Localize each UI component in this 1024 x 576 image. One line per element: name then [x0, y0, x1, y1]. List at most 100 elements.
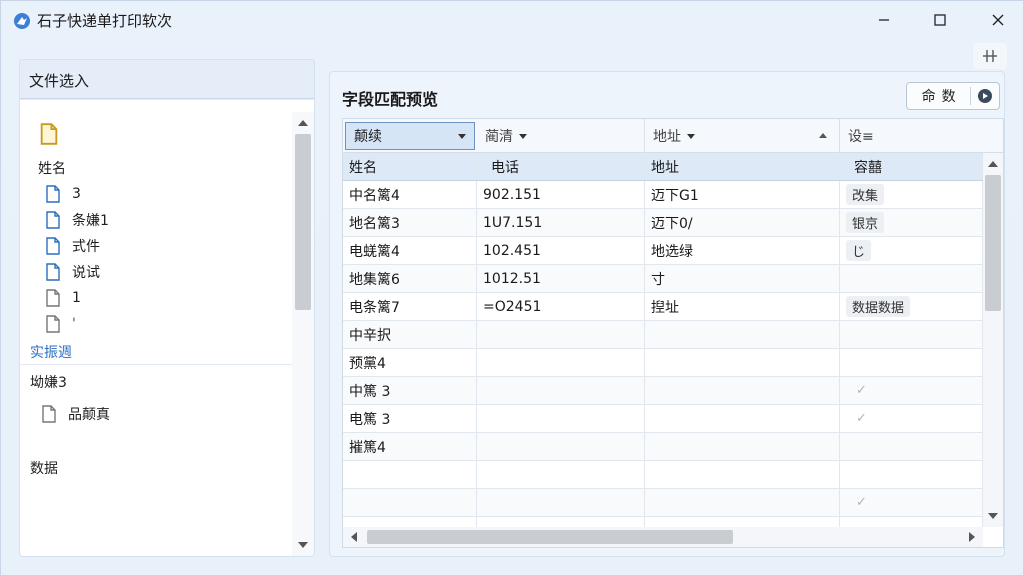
scroll-up-icon[interactable]	[988, 161, 998, 167]
table-cell[interactable]: 中辛択	[343, 321, 477, 348]
table-cell[interactable]: 中名篱4	[343, 181, 477, 208]
table-cell[interactable]	[840, 321, 983, 348]
table-cell[interactable]: 迈下G1	[645, 181, 840, 208]
table-cell[interactable]: 改集	[840, 181, 983, 208]
scroll-thumb[interactable]	[367, 530, 733, 544]
table-row[interactable]	[343, 461, 983, 489]
layout-toggle-button[interactable]	[973, 43, 1007, 69]
value-tag: じ	[846, 240, 872, 261]
list-item[interactable]: 条嫌1	[46, 208, 109, 232]
list-item[interactable]: 式件	[46, 234, 100, 258]
action-button[interactable]: 命数	[907, 86, 970, 106]
table-cell[interactable]	[477, 489, 645, 516]
table-cell[interactable]	[477, 321, 645, 348]
column-select-1[interactable]: 颠续	[345, 122, 475, 150]
table-cell[interactable]	[645, 405, 840, 432]
table-cell[interactable]: 102.451	[477, 237, 645, 264]
minimize-button[interactable]	[861, 1, 907, 39]
table-cell[interactable]	[477, 461, 645, 488]
table-cell[interactable]: 电篤 3	[343, 405, 477, 432]
table-row[interactable]: 中辛択	[343, 321, 983, 349]
list-item[interactable]: 品颠真	[42, 402, 110, 426]
sort-up-icon[interactable]	[819, 133, 827, 138]
table-cell[interactable]	[343, 461, 477, 488]
grid-horizontal-scrollbar[interactable]	[343, 527, 983, 547]
maximize-button[interactable]	[917, 1, 963, 39]
column-select-4[interactable]: 设≡	[840, 119, 1003, 153]
table-cell[interactable]	[343, 489, 477, 516]
table-cell[interactable]: =O2451	[477, 293, 645, 320]
table-cell[interactable]	[645, 321, 840, 348]
table-cell[interactable]	[840, 349, 983, 376]
field-name-cell: 地址	[645, 153, 840, 180]
table-cell[interactable]: 摧篤4	[343, 433, 477, 460]
table-row[interactable]: 地集篱6 1012.51 寸	[343, 265, 983, 293]
table-cell[interactable]: じ	[840, 237, 983, 264]
table-cell[interactable]: 1U7.151	[477, 209, 645, 236]
table-cell[interactable]: 迈下0/	[645, 209, 840, 236]
table-cell[interactable]	[477, 405, 645, 432]
table-row[interactable]: 电条篱7 =O2451 揑址 数据数据	[343, 293, 983, 321]
table-cell[interactable]: ✓	[840, 405, 983, 432]
file-icon	[42, 405, 56, 423]
table-row[interactable]: 电篤 3 ✓	[343, 405, 983, 433]
scroll-right-icon[interactable]	[969, 532, 975, 542]
table-cell[interactable]	[477, 377, 645, 404]
table-cell[interactable]: 中篤 3	[343, 377, 477, 404]
list-item[interactable]: 3	[46, 182, 81, 206]
table-cell[interactable]	[477, 433, 645, 460]
scroll-left-icon[interactable]	[351, 532, 357, 542]
table-cell[interactable]: 寸	[645, 265, 840, 292]
folder-item[interactable]	[40, 122, 70, 146]
table-row[interactable]: 摧篤4	[343, 433, 983, 461]
table-cell[interactable]	[645, 461, 840, 488]
table-cell[interactable]: 揑址	[645, 293, 840, 320]
list-item[interactable]: 1	[46, 286, 81, 310]
table-cell[interactable]	[645, 349, 840, 376]
info-icon[interactable]	[971, 88, 999, 104]
table-row[interactable]: 电蜣篱4 102.451 地选绿じ	[343, 237, 983, 265]
table-cell[interactable]: 银京	[840, 209, 983, 236]
scroll-thumb[interactable]	[295, 134, 311, 310]
table-row[interactable]: 预黨4	[343, 349, 983, 377]
scroll-down-icon[interactable]	[988, 513, 998, 519]
scroll-down-icon[interactable]	[298, 542, 308, 548]
table-row[interactable]: 中篤 3 ✓	[343, 377, 983, 405]
table-cell[interactable]	[645, 377, 840, 404]
table-cell[interactable]: ✓	[840, 377, 983, 404]
table-cell[interactable]	[645, 433, 840, 460]
table-cell[interactable]	[840, 265, 983, 292]
file-panel-scrollbar[interactable]	[292, 112, 314, 556]
scroll-thumb[interactable]	[985, 175, 1001, 311]
table-cell[interactable]: 电条篱7	[343, 293, 477, 320]
table-row[interactable]: ✓	[343, 489, 983, 517]
table-row[interactable]: 地名篱3 1U7.151 迈下0/银京	[343, 209, 983, 237]
table-cell[interactable]: 地选绿	[645, 237, 840, 264]
action-button-group[interactable]: 命数	[906, 82, 1000, 110]
list-item[interactable]: 说试	[46, 260, 100, 284]
table-cell[interactable]: 地名篱3	[343, 209, 477, 236]
table-cell[interactable]: 地集篱6	[343, 265, 477, 292]
table-cell[interactable]: 数据数据	[840, 293, 983, 320]
table-cell[interactable]	[645, 489, 840, 516]
table-row[interactable]: 中名篱4 902.151 迈下G1 改集	[343, 181, 983, 209]
column-select-2[interactable]: 蔺清	[477, 119, 645, 153]
table-cell[interactable]: ✓	[840, 489, 983, 516]
table-cell[interactable]: 1012.51	[477, 265, 645, 292]
column-select-3[interactable]: 地址	[645, 119, 840, 153]
table-cell[interactable]: 预黨4	[343, 349, 477, 376]
list-item[interactable]: '	[46, 312, 76, 336]
table-cell[interactable]: 电蜣篱4	[343, 237, 477, 264]
grid-vertical-scrollbar[interactable]	[983, 153, 1003, 527]
table-cell[interactable]: 902.151	[477, 181, 645, 208]
window-title: 石子快递单打印软次	[37, 12, 173, 30]
tab-file-input[interactable]: 文件选入	[20, 60, 102, 100]
scroll-up-icon[interactable]	[298, 120, 308, 126]
app-logo-icon	[13, 12, 31, 30]
table-cell[interactable]	[840, 433, 983, 460]
group-label: 坳嫌3	[30, 375, 67, 391]
close-button[interactable]	[975, 1, 1021, 39]
table-cell[interactable]	[840, 461, 983, 488]
table-cell[interactable]	[477, 349, 645, 376]
browse-link[interactable]: 实振週	[30, 340, 72, 364]
